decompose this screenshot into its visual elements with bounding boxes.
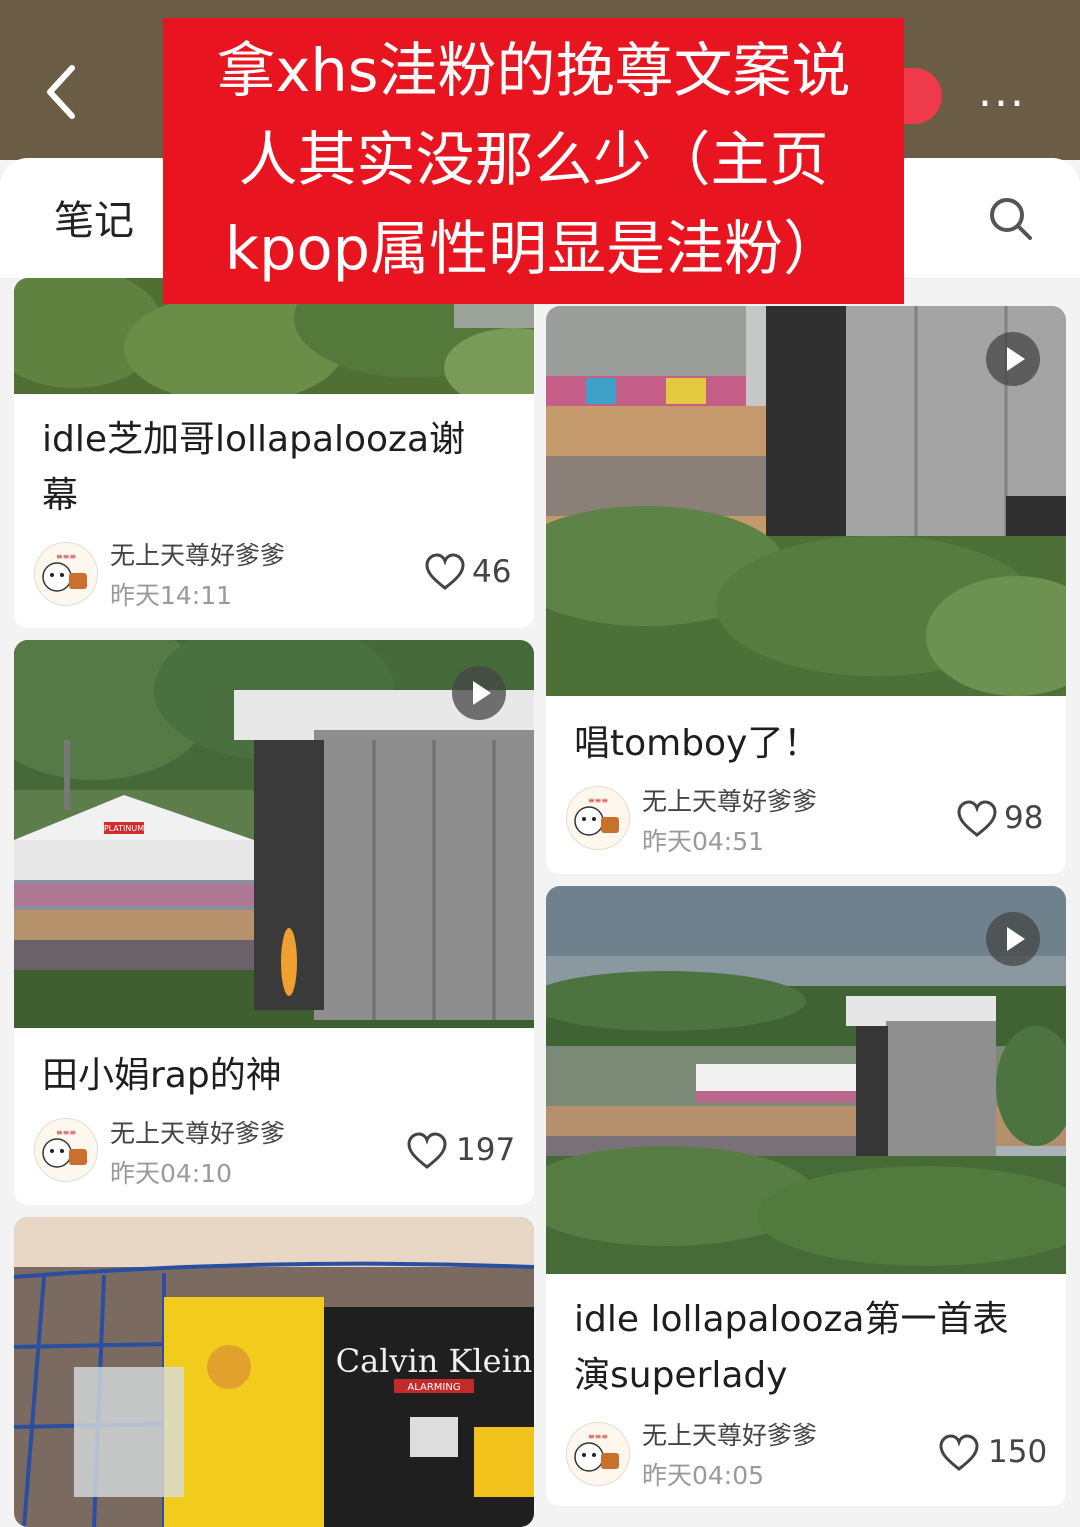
play-icon[interactable] [452,666,506,720]
note-thumbnail [546,306,1066,696]
note-title-line: idle lollapalooza第一首表 [574,1299,1009,1340]
note-title: idle芝加哥lollapalooza谢 幕 [42,412,465,524]
post-time: 昨天04:51 [642,827,765,856]
note-card[interactable]: PLATINUM 田小娟rap的神 ≡≡≡ 无上天尊好爹爹 昨天04:10 19… [14,640,534,1205]
like-count: 46 [472,554,512,590]
back-arrow-icon[interactable] [38,62,84,122]
banner-line: kpop属性明显是洼粉） [224,214,843,283]
post-time: 昨天04:05 [642,1461,765,1490]
note-title: 田小娟rap的神 [42,1048,282,1104]
heart-icon[interactable] [424,553,466,591]
banner-line: 人其实没那么少（主页 [238,125,829,194]
note-title-line: 幕 [42,475,79,516]
svg-text:≡≡≡: ≡≡≡ [56,552,76,561]
note-title: 唱tomboy了！ [574,716,819,772]
author-name[interactable]: 无上天尊好爹爹 [642,782,817,818]
ck-tag: ALARMING [407,1382,460,1393]
banner-line: 拿xhs洼粉的挽尊文案说 [216,36,851,105]
heart-icon[interactable] [938,1434,980,1472]
avatar[interactable]: ≡≡≡ [566,786,630,850]
author-name[interactable]: 无上天尊好爹爹 [110,536,285,572]
note-title-line: 唱tomboy了！ [574,723,820,764]
avatar[interactable]: ≡≡≡ [34,542,98,606]
note-card[interactable]: idle芝加哥lollapalooza谢 幕 ≡≡≡ 无上天尊好爹爹 昨天14:… [14,278,534,628]
svg-text:≡≡≡: ≡≡≡ [588,796,608,805]
heart-icon[interactable] [406,1132,448,1170]
tent-sign: PLATINUM [104,824,144,833]
heart-icon[interactable] [956,800,998,838]
note-thumbnail [546,886,1066,1274]
tab-notes[interactable]: 笔记 [54,188,134,246]
note-title-line: idle芝加哥lollapalooza谢 [42,419,466,460]
more-dots-icon[interactable]: ... [978,70,1038,114]
svg-text:≡≡≡: ≡≡≡ [56,1128,76,1137]
note-title-line: 田小娟rap的神 [42,1055,282,1096]
note-thumbnail: PLATINUM [14,640,534,1028]
author-name[interactable]: 无上天尊好爹爹 [110,1114,285,1150]
note-thumbnail: Calvin Klein ALARMING [14,1217,534,1527]
svg-text:≡≡≡: ≡≡≡ [588,1432,608,1441]
post-time: 昨天14:11 [110,581,233,610]
avatar[interactable]: ≡≡≡ [34,1118,98,1182]
like-count: 197 [456,1132,516,1168]
play-icon[interactable] [986,332,1040,386]
play-icon[interactable] [986,912,1040,966]
avatar[interactable]: ≡≡≡ [566,1422,630,1486]
like-count: 150 [988,1434,1048,1470]
note-card[interactable]: idle lollapalooza第一首表 演superlady ≡≡≡ 无上天… [546,886,1066,1506]
note-title: idle lollapalooza第一首表 演superlady [574,1292,1008,1404]
note-card[interactable]: 唱tomboy了！ ≡≡≡ 无上天尊好爹爹 昨天04:51 98 [546,306,1066,874]
ck-brand: Calvin Klein [336,1342,533,1380]
search-icon[interactable] [986,194,1036,244]
post-time: 昨天04:10 [110,1159,233,1188]
author-name[interactable]: 无上天尊好爹爹 [642,1416,817,1452]
annotation-banner: 拿xhs洼粉的挽尊文案说 人其实没那么少（主页 kpop属性明显是洼粉） [163,18,904,304]
note-card[interactable]: Calvin Klein ALARMING [14,1217,534,1527]
like-count: 98 [1004,800,1044,836]
note-title-line: 演superlady [574,1355,788,1396]
